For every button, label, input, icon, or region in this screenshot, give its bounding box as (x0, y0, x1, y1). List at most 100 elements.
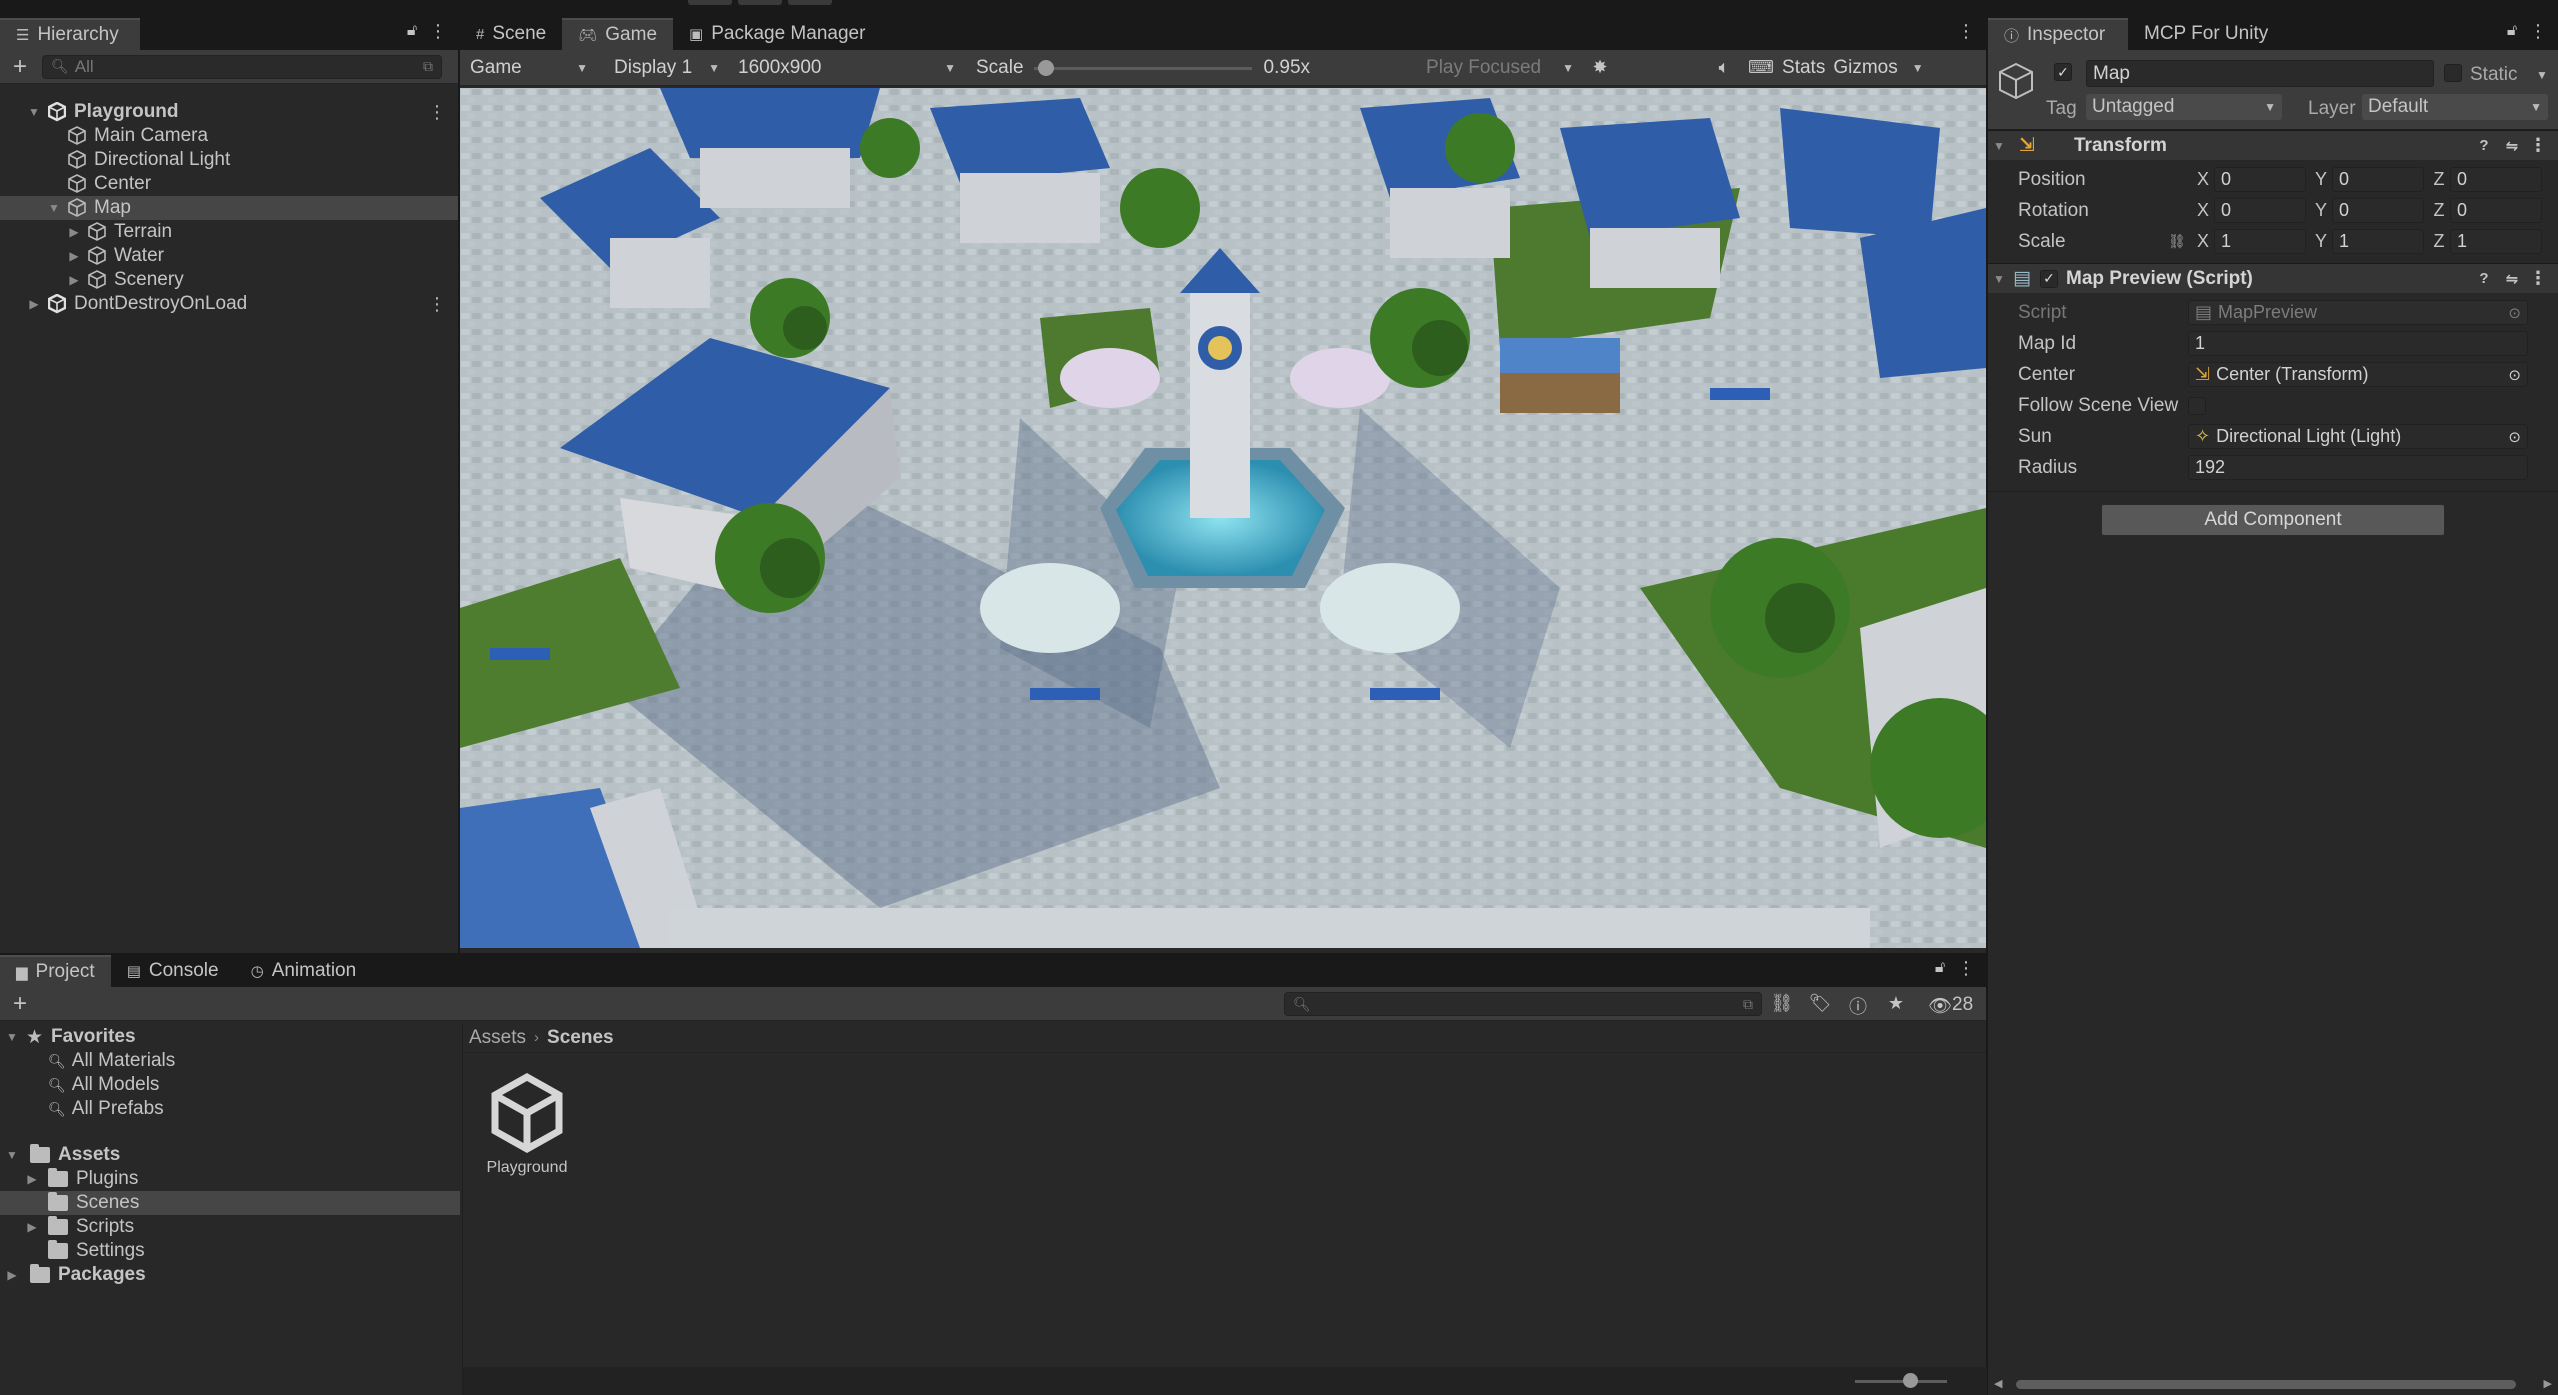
position-z-field[interactable]: 0 (2450, 167, 2542, 192)
hierarchy-item[interactable]: ▼ Playground ⋮ (0, 100, 458, 124)
foldout-arrow-icon[interactable]: ▼ (1988, 272, 2010, 286)
scale-x-field[interactable]: 1 (2214, 229, 2306, 254)
scale-slider[interactable] (1033, 58, 1252, 78)
transform-header[interactable]: ▼ ⇲ Transform ? ⇋ ⋮ (1988, 130, 2558, 160)
display-dropdown[interactable]: Display 1 ▼ (608, 53, 726, 83)
center-object-field[interactable]: ⇲ Center (Transform) ⊙ (2188, 362, 2528, 387)
filter-by-label-icon[interactable]: 🏷︎ (1808, 993, 1832, 1014)
asset-folder-item[interactable]: Settings (0, 1239, 460, 1263)
lock-icon[interactable]: 🔓︎ (2500, 22, 2524, 40)
stats-button[interactable]: Stats (1782, 57, 1825, 79)
add-asset-button[interactable]: + (8, 990, 32, 1018)
layer-dropdown[interactable]: Default ▼ (2362, 94, 2548, 120)
tab-animation[interactable]: ◷ Animation (235, 955, 373, 987)
kebab-menu-icon[interactable]: ⋮ (2526, 268, 2550, 289)
foldout-arrow-icon[interactable]: ▶ (4, 1268, 20, 1282)
tag-dropdown[interactable]: Untagged ▼ (2086, 94, 2282, 120)
lock-icon[interactable]: 🔓︎ (400, 22, 424, 40)
inspector-horizontal-scrollbar[interactable]: ◀ ▶ (1988, 1373, 2558, 1395)
kebab-menu-icon[interactable]: ⋮ (428, 294, 446, 315)
foldout-arrow-icon[interactable]: ▶ (24, 1172, 40, 1186)
object-name-field[interactable]: Map (2086, 60, 2434, 87)
rotation-z-field[interactable]: 0 (2450, 198, 2542, 223)
kebab-menu-icon[interactable]: ⋮ (1954, 958, 1978, 979)
tab-game[interactable]: 🎮︎ Game (562, 18, 674, 50)
panel-divider[interactable] (0, 953, 1986, 955)
map-preview-header[interactable]: ▼ ▤ ✓ Map Preview (Script) ? ⇋ ⋮ (1988, 263, 2558, 293)
play-mode-dropdown[interactable]: Play Focused ▼ (1420, 53, 1580, 83)
scale-slider-thumb[interactable] (1037, 59, 1054, 76)
foldout-arrow-icon[interactable]: ▼ (1988, 139, 2010, 153)
favorite-item[interactable]: 🔍︎ All Prefabs (0, 1097, 460, 1121)
tab-hierarchy[interactable]: ☰ Hierarchy (0, 18, 140, 50)
scrollbar-thumb[interactable] (2016, 1380, 2516, 1389)
game-viewport[interactable] (460, 88, 1986, 948)
assets-row[interactable]: ▼ Assets (0, 1143, 460, 1167)
follow-scene-view-checkbox[interactable] (2188, 396, 2206, 415)
add-object-button[interactable]: + (8, 53, 32, 81)
hierarchy-item[interactable]: Directional Light (0, 148, 458, 172)
foldout-arrow-icon[interactable]: ▶ (66, 225, 82, 239)
position-y-field[interactable]: 0 (2332, 167, 2424, 192)
favorite-item[interactable]: 🔍︎ All Materials (0, 1049, 460, 1073)
static-dropdown-icon[interactable]: ▼ (2536, 68, 2548, 82)
icon-size-slider[interactable] (1855, 1373, 1947, 1389)
packages-row[interactable]: ▶ Packages (0, 1263, 460, 1287)
hierarchy-item[interactable]: ▶ DontDestroyOnLoad ⋮ (0, 292, 458, 316)
help-icon[interactable]: ? (2472, 137, 2496, 154)
tab-package-manager[interactable]: ▣ Package Manager (673, 18, 881, 50)
map-preview-enabled-checkbox[interactable]: ✓ (2040, 269, 2058, 288)
radius-field[interactable]: 192 (2188, 455, 2528, 480)
favorites-row[interactable]: ▼ ★ Favorites (0, 1025, 460, 1049)
help-icon[interactable]: ? (2472, 270, 2496, 287)
tab-inspector[interactable]: ⓘ Inspector (1988, 18, 2128, 50)
kebab-menu-icon[interactable]: ⋮ (1954, 21, 1978, 42)
filter-by-type-icon[interactable]: ⛓︎ (1770, 993, 1794, 1014)
hierarchy-item[interactable]: ▶ Terrain (0, 220, 458, 244)
asset-folder-item[interactable]: ▶ Scripts (0, 1215, 460, 1239)
constrain-proportions-icon[interactable]: ⛓︎ (2168, 233, 2192, 250)
keyboard-icon[interactable]: ⌨ (1748, 57, 1774, 78)
rotation-x-field[interactable]: 0 (2214, 198, 2306, 223)
favorite-star-icon[interactable]: ★ (1884, 993, 1908, 1014)
hierarchy-search-input[interactable]: 🔍︎ All ⧉ (42, 54, 442, 79)
kebab-menu-icon[interactable]: ⋮ (428, 102, 446, 123)
foldout-arrow-icon[interactable]: ▶ (66, 273, 82, 287)
kebab-menu-icon[interactable]: ⋮ (2526, 135, 2550, 156)
preset-icon[interactable]: ⇋ (2500, 137, 2524, 155)
icon-size-slider-thumb[interactable] (1903, 1373, 1918, 1388)
breadcrumb-scenes[interactable]: Scenes (547, 1027, 614, 1049)
hierarchy-item[interactable]: ▼ Map (0, 196, 458, 220)
foldout-arrow-icon[interactable]: ▶ (24, 1220, 40, 1234)
asset-folder-item[interactable]: Scenes (0, 1191, 460, 1215)
hierarchy-item[interactable]: Center (0, 172, 458, 196)
static-checkbox[interactable] (2444, 64, 2462, 82)
scroll-left-icon[interactable]: ◀ (1994, 1377, 2002, 1390)
map-id-field[interactable]: 1 (2188, 331, 2528, 356)
scale-z-field[interactable]: 1 (2450, 229, 2542, 254)
tab-console[interactable]: ▤ Console (111, 955, 235, 987)
foldout-arrow-icon[interactable]: ▼ (46, 201, 62, 215)
object-picker-icon[interactable]: ⊙ (2508, 366, 2521, 384)
add-component-button[interactable]: Add Component (2101, 504, 2445, 536)
hierarchy-item[interactable]: Main Camera (0, 124, 458, 148)
gizmos-dropdown[interactable]: Gizmos ▼ (1833, 53, 1923, 83)
hierarchy-item[interactable]: ▶ Scenery (0, 268, 458, 292)
preset-icon[interactable]: ⇋ (2500, 270, 2524, 288)
view-mode-dropdown[interactable]: Game ▼ (464, 53, 594, 83)
foldout-arrow-icon[interactable]: ▼ (4, 1030, 20, 1044)
filter-by-log-icon[interactable]: ⓘ (1846, 993, 1870, 1019)
lock-icon[interactable]: 🔓︎ (1928, 959, 1952, 977)
sun-object-field[interactable]: ✧ Directional Light (Light) ⊙ (2188, 424, 2528, 449)
foldout-arrow-icon[interactable]: ▶ (26, 297, 42, 311)
foldout-arrow-icon[interactable]: ▶ (66, 249, 82, 263)
asset-item[interactable]: Playground (483, 1071, 571, 1177)
kebab-menu-icon[interactable]: ⋮ (2526, 21, 2550, 42)
project-search-input[interactable]: 🔍︎ ⧉ (1284, 992, 1762, 1016)
resolution-dropdown[interactable]: 1600x900 ▼ (732, 53, 962, 83)
foldout-arrow-icon[interactable]: ▼ (4, 1148, 20, 1162)
tab-mcp-for-unity[interactable]: MCP For Unity (2128, 18, 2284, 50)
asset-folder-item[interactable]: ▶ Plugins (0, 1167, 460, 1191)
rotation-y-field[interactable]: 0 (2332, 198, 2424, 223)
position-x-field[interactable]: 0 (2214, 167, 2306, 192)
